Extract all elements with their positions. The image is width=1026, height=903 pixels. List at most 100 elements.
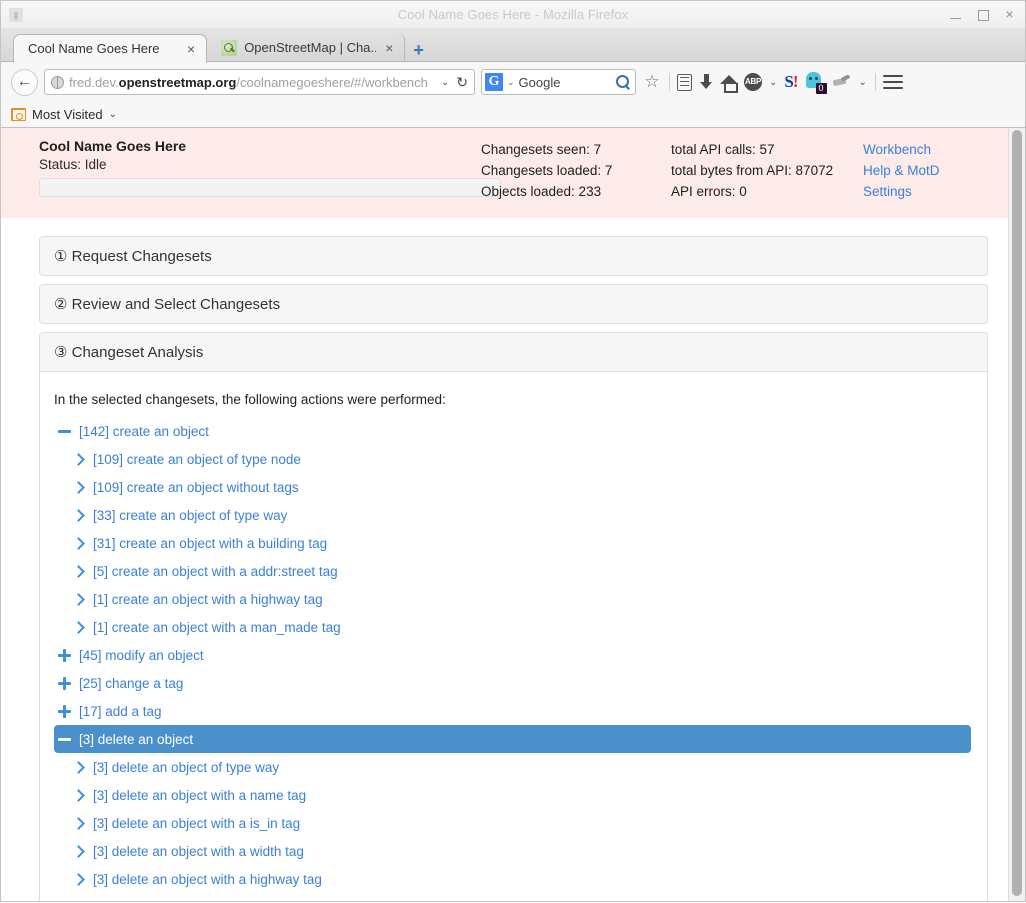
accordion-request-changesets[interactable]: ① Request Changesets — [39, 236, 988, 276]
tree-node: [45] modify an object — [54, 641, 971, 669]
tree-row[interactable]: [3] delete an object with a highway tag — [68, 865, 971, 893]
chevron-right-icon[interactable] — [72, 593, 85, 606]
page-viewport: Cool Name Goes Here Status: Idle Changes… — [0, 128, 1026, 902]
close-icon[interactable]: × — [185, 42, 197, 56]
back-arrow-icon[interactable]: ← — [11, 68, 38, 96]
chevron-right-icon[interactable] — [72, 845, 85, 858]
tree-row-label: [3] delete an object with a name tag — [93, 787, 307, 803]
ghost-icon: 0 — [804, 72, 827, 94]
chevron-right-icon[interactable] — [72, 901, 85, 902]
extension-icon — [832, 74, 852, 90]
tree-row[interactable]: [3] delete an object — [54, 725, 971, 753]
expand-plus-icon[interactable] — [58, 648, 71, 662]
adblockplus-button[interactable]: ABP — [744, 73, 762, 91]
search-input[interactable]: Google — [519, 75, 612, 90]
reload-icon[interactable]: ↻ — [454, 74, 470, 91]
tree-row[interactable]: [33] create an object of type way — [68, 501, 971, 529]
tree-row[interactable]: [109] create an object of type node — [68, 445, 971, 473]
chevron-right-icon[interactable] — [72, 621, 85, 634]
downloads-button[interactable] — [698, 73, 714, 91]
chevron-right-icon[interactable] — [72, 537, 85, 550]
tree-node: [3] delete an object with a name tag — [54, 781, 971, 809]
progress-bar — [39, 178, 501, 197]
accordion-header[interactable]: ② Review and Select Changesets — [40, 285, 987, 323]
stat-total-api-calls: total API calls: 57 — [671, 142, 775, 157]
close-icon[interactable]: × — [383, 41, 395, 55]
tree-row[interactable]: [3] delete an object with a width tag — [68, 837, 971, 865]
tree-row[interactable]: [5] create an object with a addr:street … — [68, 557, 971, 585]
close-window-button[interactable]: × — [1003, 7, 1016, 21]
globe-icon — [51, 75, 64, 89]
folder-icon — [11, 108, 26, 121]
tree-row-label: [3] delete an object with a width tag — [93, 843, 304, 859]
chevron-down-icon[interactable]: ⌄ — [507, 77, 515, 88]
stumbleupon-icon: S! — [784, 72, 798, 92]
chevron-down-icon[interactable]: ⌄ — [109, 109, 117, 120]
accordion-header[interactable]: ③ Changeset Analysis — [40, 333, 987, 372]
tree-node: [33] create an object of type way — [54, 501, 971, 529]
collapse-minus-icon[interactable] — [58, 425, 71, 438]
tree-row[interactable]: [3] delete an object with a is_in tag — [68, 809, 971, 837]
stumbleupon-button[interactable]: S! — [784, 72, 798, 92]
link-help-motd[interactable]: Help & MotD — [863, 160, 940, 181]
link-settings[interactable]: Settings — [863, 181, 940, 202]
tree-row[interactable]: [45] modify an object — [54, 641, 971, 669]
maximize-button[interactable] — [976, 8, 989, 21]
url-text: fred.dev.openstreetmap.org/coolnamegoesh… — [69, 75, 436, 90]
chevron-right-icon[interactable] — [72, 789, 85, 802]
scrollbar-thumb[interactable] — [1012, 130, 1022, 896]
chevron-down-icon[interactable]: ⌄ — [768, 77, 778, 88]
search-bar[interactable]: G ⌄ Google — [481, 69, 636, 95]
ghostery-button[interactable]: 0 — [804, 72, 827, 94]
tree-row-label: [1] create an object with a man_made tag — [93, 619, 341, 635]
stats-column-2: total API calls: 57 total bytes from API… — [671, 138, 863, 202]
menu-button[interactable] — [882, 74, 903, 90]
tree-row[interactable]: [109] create an object without tags — [68, 473, 971, 501]
chevron-right-icon[interactable] — [72, 565, 85, 578]
home-button[interactable] — [720, 74, 738, 93]
tab-cool-name-goes-here[interactable]: Cool Name Goes Here × — [13, 34, 208, 63]
accordion-review-select-changesets[interactable]: ② Review and Select Changesets — [39, 284, 988, 324]
library-button[interactable] — [677, 73, 692, 91]
chevron-right-icon[interactable] — [72, 873, 85, 886]
chevron-down-icon[interactable]: ⌄ — [441, 77, 449, 88]
action-tree: [142] create an object [109] create an ob… — [54, 417, 971, 901]
page-scrollbar[interactable] — [1008, 128, 1025, 901]
search-icon[interactable] — [616, 74, 631, 90]
chevron-right-icon[interactable] — [72, 481, 85, 494]
bookmark-star-button[interactable]: ☆ — [642, 72, 662, 92]
tree-node: [3] delete an object with a is_in tag — [54, 809, 971, 837]
chevron-right-icon[interactable] — [72, 817, 85, 830]
tree-row[interactable]: [1] delete an object with a name:ca tag — [68, 893, 971, 902]
bookmark-most-visited[interactable]: Most Visited — [32, 107, 103, 122]
link-workbench[interactable]: Workbench — [863, 139, 940, 160]
analysis-intro: In the selected changesets, the followin… — [54, 392, 446, 407]
tree-row[interactable]: [3] delete an object with a name tag — [68, 781, 971, 809]
favicon-icon — [221, 39, 238, 56]
tree-row[interactable]: [25] change a tag — [54, 669, 971, 697]
accordion-header[interactable]: ① Request Changesets — [40, 237, 987, 275]
collapse-minus-icon[interactable] — [58, 733, 71, 746]
url-prefix: fred.dev. — [69, 74, 119, 90]
expand-plus-icon[interactable] — [58, 676, 71, 690]
tree-row[interactable]: [31] create an object with a building ta… — [68, 529, 971, 557]
tab-openstreetmap[interactable]: OpenStreetMap | Cha... × — [207, 33, 406, 62]
stat-objects-loaded: Objects loaded: 233 — [481, 184, 602, 199]
tree-row[interactable]: [1] create an object with a man_made tag — [68, 613, 971, 641]
chevron-right-icon[interactable] — [72, 761, 85, 774]
hamburger-menu-icon — [882, 74, 903, 90]
tree-row[interactable]: [17] add a tag — [54, 697, 971, 725]
tree-row[interactable]: [3] delete an object of type way — [68, 753, 971, 781]
tree-row[interactable]: [1] create an object with a highway tag — [68, 585, 971, 613]
tree-row[interactable]: [142] create an object — [54, 417, 971, 445]
new-tab-button[interactable]: + — [413, 41, 424, 59]
chevron-down-icon[interactable]: ⌄ — [858, 77, 868, 88]
expand-plus-icon[interactable] — [58, 704, 71, 718]
chevron-right-icon[interactable] — [72, 509, 85, 522]
address-bar[interactable]: fred.dev.openstreetmap.org/coolnamegoesh… — [44, 69, 475, 95]
chevron-right-icon[interactable] — [72, 453, 85, 466]
stat-total-bytes: total bytes from API: 87072 — [671, 163, 834, 178]
extension-button[interactable] — [832, 74, 852, 90]
minimize-button[interactable] — [949, 8, 962, 21]
page-content: Cool Name Goes Here Status: Idle Changes… — [1, 128, 1008, 901]
